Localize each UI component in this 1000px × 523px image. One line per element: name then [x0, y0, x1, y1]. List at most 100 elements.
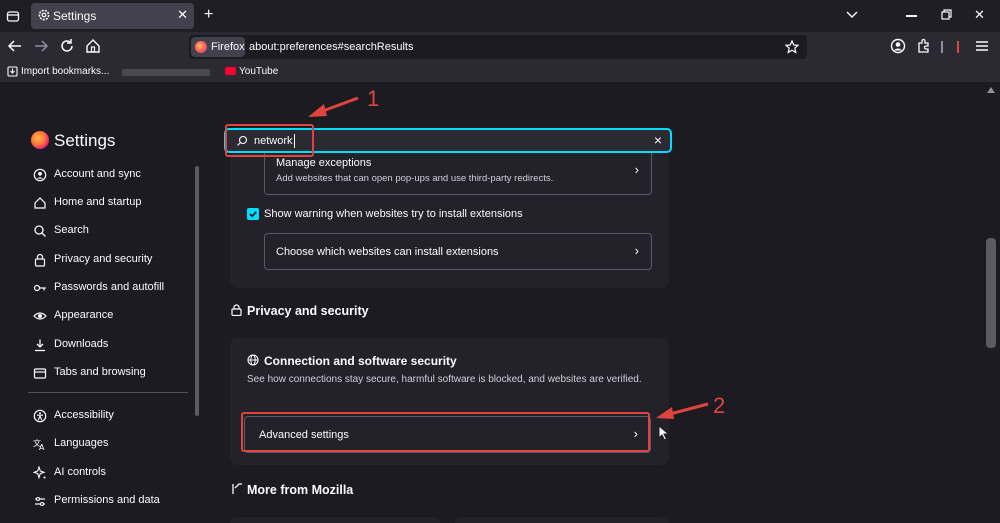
manage-exceptions-button[interactable]: Manage exceptions Add websites that can …: [264, 150, 652, 195]
youtube-icon: [225, 67, 236, 75]
main-scrollbar[interactable]: [986, 238, 996, 348]
sidebar-item-privacy[interactable]: Privacy and security: [31, 249, 191, 271]
minimize-icon[interactable]: [906, 15, 917, 17]
lock-icon: [34, 253, 46, 267]
close-window-icon[interactable]: ✕: [974, 7, 985, 23]
sidebar-item-ai[interactable]: AI controls: [31, 462, 191, 484]
sidebar-item-label: Permissions and data: [54, 494, 160, 506]
sidebar-item-label: Passwords and autofill: [54, 281, 165, 293]
sidebar-item-label: AI controls: [54, 466, 106, 478]
back-icon[interactable]: [6, 37, 24, 55]
lock-icon: [231, 304, 242, 316]
identity-box[interactable]: Firefox: [191, 37, 245, 57]
annotation-number-2: 2: [713, 393, 726, 418]
sidebar-scrollbar[interactable]: [195, 166, 199, 416]
tabs-icon: [33, 368, 47, 379]
sidebar-item-downloads[interactable]: Downloads: [31, 334, 191, 356]
sidebar-item-label: Home and startup: [54, 196, 142, 208]
sidebar-item-tabs[interactable]: Tabs and browsing: [31, 362, 191, 384]
url-text[interactable]: about:preferences#searchResults: [249, 41, 413, 53]
identity-label: Firefox: [211, 41, 245, 53]
warning-checkbox-label[interactable]: Show warning when websites try to instal…: [264, 208, 523, 220]
sidebar-item-accessibility[interactable]: Accessibility: [31, 405, 191, 427]
tab-bar: Settings ✕ + ✕: [0, 0, 1000, 32]
toolbar-separator: [941, 41, 943, 53]
connection-card-title: Connection and software security: [264, 354, 457, 368]
home-icon: [34, 197, 46, 209]
bookmark-youtube[interactable]: YouTube: [239, 66, 278, 77]
account-toolbar-icon[interactable]: [889, 37, 907, 55]
ai-icon: [33, 466, 46, 480]
key-icon: [33, 284, 46, 292]
sidebar-item-appearance[interactable]: Appearance: [31, 305, 191, 327]
tab-close-icon[interactable]: ✕: [177, 7, 188, 23]
home-button-icon[interactable]: [84, 37, 102, 55]
new-tab-icon[interactable]: +: [204, 6, 213, 24]
hamburger-menu-icon[interactable]: [973, 37, 991, 55]
globe-icon: [247, 354, 259, 366]
tab-settings[interactable]: Settings ✕: [31, 3, 194, 29]
tab-title: Settings: [53, 9, 97, 23]
sidebar-item-label: Appearance: [54, 309, 114, 321]
chevron-right-icon: ›: [634, 243, 639, 258]
chevron-right-icon: ›: [634, 162, 639, 177]
choose-websites-label: Choose which websites can install extens…: [276, 246, 499, 258]
sidebar-item-label: Search: [54, 224, 89, 236]
forward-icon[interactable]: [32, 37, 50, 55]
import-icon: [7, 66, 18, 77]
languages-icon: 文A: [33, 438, 45, 451]
annotation-box-2: [241, 412, 650, 452]
sidebar-item-account[interactable]: Account and sync: [31, 164, 191, 186]
sidebar-item-languages[interactable]: 文A Languages: [31, 433, 191, 455]
choose-websites-button[interactable]: Choose which websites can install extens…: [264, 233, 652, 270]
mozilla-card-left: [230, 517, 440, 523]
privacy-section-heading: Privacy and security: [247, 304, 369, 318]
mouse-cursor-icon: [658, 425, 670, 441]
gear-icon: [38, 9, 50, 21]
eye-icon: [33, 312, 47, 320]
sidebar-divider: [28, 392, 188, 393]
mozilla-card-right: [455, 517, 669, 523]
chevron-down-icon[interactable]: [846, 10, 858, 20]
url-bar[interactable]: Firefox about:preferences#searchResults: [189, 35, 807, 59]
nav-bar: Firefox about:preferences#searchResults: [0, 32, 1000, 62]
extensions-icon[interactable]: [915, 37, 933, 55]
restore-icon[interactable]: [941, 9, 952, 20]
mozilla-icon: [232, 483, 242, 494]
sidebar-item-label: Languages: [54, 437, 109, 449]
annotation-arrow-2: [656, 402, 709, 419]
accessibility-icon: [33, 409, 47, 423]
toolbar-separator-red: [957, 41, 959, 53]
manage-exceptions-desc: Add websites that can open pop-ups and u…: [276, 173, 554, 184]
scroll-up-arrow-icon[interactable]: [986, 86, 996, 94]
sidebar-item-label: Privacy and security: [54, 253, 153, 265]
sidebar-item-label: Downloads: [54, 338, 109, 350]
sidebar-item-search[interactable]: Search: [31, 220, 191, 242]
reload-icon[interactable]: [58, 37, 76, 55]
annotation-arrow-1: [308, 96, 359, 117]
sidebar-item-label: Tabs and browsing: [54, 366, 146, 378]
bookmarks-bar: Import bookmarks... YouTube: [0, 62, 1000, 82]
blurred-bookmark: [122, 69, 210, 76]
svg-text:A: A: [39, 443, 45, 451]
annotation-box-1: [225, 124, 314, 157]
firefox-logo-icon: [31, 131, 49, 149]
permissions-icon: [35, 496, 45, 507]
connection-card-desc: See how connections stay secure, harmful…: [247, 374, 642, 385]
sidebar-item-home[interactable]: Home and startup: [31, 192, 191, 214]
clear-search-icon[interactable]: ×: [654, 132, 662, 148]
sidebar-item-label: Account and sync: [54, 168, 141, 180]
bookmark-star-icon[interactable]: [785, 40, 799, 54]
search-icon: [34, 225, 46, 237]
sidebar-item-label: Accessibility: [54, 409, 114, 421]
sidebar-item-passwords[interactable]: Passwords and autofill: [31, 277, 191, 299]
account-icon: [33, 168, 47, 182]
annotation-number-1: 1: [367, 86, 380, 111]
checkmark-icon: [249, 211, 257, 218]
tab-list-icon[interactable]: [6, 9, 20, 23]
bookmark-import[interactable]: Import bookmarks...: [21, 66, 109, 77]
manage-exceptions-title: Manage exceptions: [276, 157, 372, 169]
more-from-mozilla-heading: More from Mozilla: [247, 483, 354, 497]
warning-checkbox[interactable]: [247, 208, 259, 220]
sidebar-item-permissions[interactable]: Permissions and data: [31, 490, 191, 512]
